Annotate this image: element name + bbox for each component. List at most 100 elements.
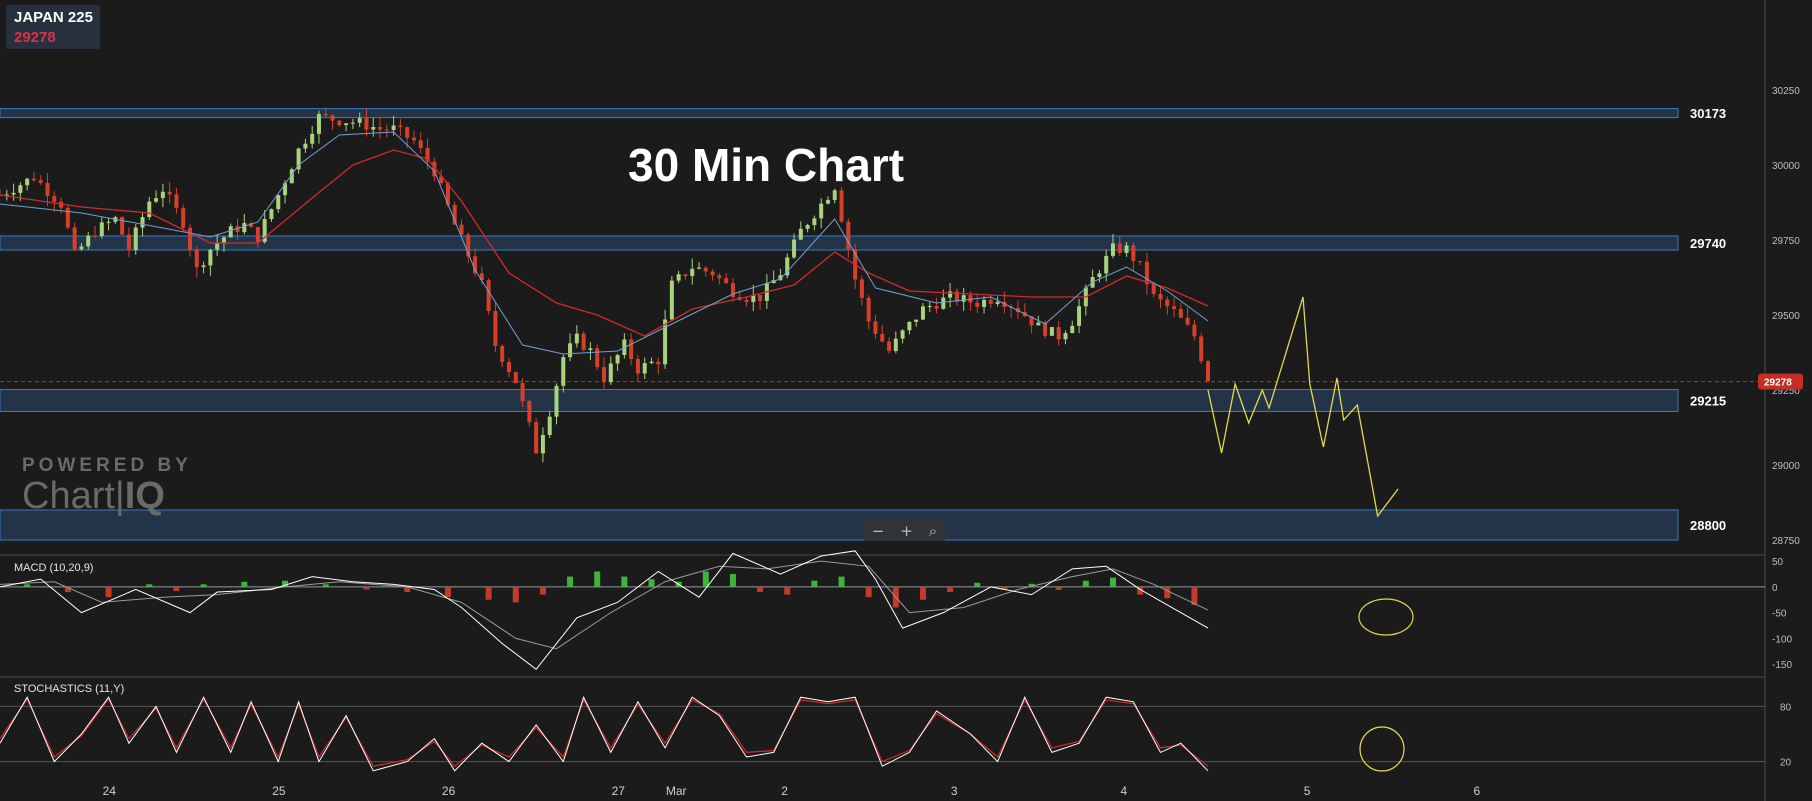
stochastics-y-tick: 80 [1780, 702, 1792, 713]
support-resistance-zone [0, 389, 1679, 412]
macd-histogram-bar [784, 586, 791, 595]
candle-body [907, 321, 912, 331]
candle-body [941, 297, 946, 309]
level-label: 29740 [1690, 236, 1726, 251]
candle-body [893, 338, 898, 352]
macd-histogram-bar [729, 574, 736, 587]
candle-body [554, 385, 559, 417]
candle-body [649, 361, 654, 364]
y-tick-label: 29500 [1772, 311, 1800, 322]
powered-by-watermark: POWERED BY Chart|IQ [22, 455, 192, 518]
candle-body [255, 227, 260, 243]
symbol-badge[interactable]: JAPAN 225 29278 [6, 5, 100, 49]
candle-body [364, 118, 369, 130]
candle-body [669, 280, 674, 320]
candle-body [513, 371, 518, 384]
candle-body [527, 401, 532, 423]
candle-body [357, 118, 362, 123]
candle-body [975, 302, 980, 307]
y-tick-label: 30000 [1772, 161, 1800, 172]
candle-body [1049, 327, 1054, 336]
stochastics-d-line [0, 697, 1209, 768]
macd-histogram-bar [200, 584, 207, 587]
candle-body [79, 246, 84, 250]
candle-body [635, 358, 640, 374]
candle-body [934, 306, 939, 309]
macd-line [0, 550, 1209, 670]
candle-body [493, 311, 498, 346]
x-tick-label: Mar [666, 784, 687, 798]
support-resistance-zone [0, 509, 1679, 541]
y-tick-label: 30250 [1772, 86, 1800, 97]
candle-body [1036, 322, 1041, 326]
x-tick-label: 24 [103, 784, 117, 798]
zoom-reset-icon[interactable]: ⌕ [929, 522, 937, 540]
candle-body [181, 208, 186, 228]
macd-highlight-circle [1358, 598, 1414, 636]
watermark-line1: POWERED BY [22, 455, 192, 476]
zoom-in-button[interactable]: + [900, 522, 913, 540]
candle-body [629, 339, 634, 359]
candle-body [72, 227, 77, 250]
zoom-out-button[interactable]: − [872, 522, 885, 540]
support-resistance-zone [0, 108, 1679, 119]
candle-body [99, 222, 104, 237]
macd-histogram-bar [974, 582, 981, 587]
symbol-price: 29278 [14, 29, 56, 46]
candle-body [1077, 306, 1082, 326]
candle-body [486, 280, 491, 312]
candle-body [350, 122, 355, 124]
macd-histogram [24, 571, 1198, 608]
macd-histogram-bar [1164, 586, 1171, 599]
candle-body [1117, 243, 1122, 253]
candle-body [703, 267, 708, 272]
macd-histogram-bar [485, 586, 492, 600]
x-tick-label: 4 [1121, 784, 1128, 798]
macd-histogram-bar [594, 571, 601, 587]
candle-body [697, 267, 702, 269]
candle-body [1172, 306, 1177, 309]
macd-y-tick: -50 [1772, 609, 1787, 620]
macd-histogram-bar [838, 576, 845, 587]
candle-body [371, 127, 376, 130]
candle-body [215, 243, 220, 250]
macd-histogram-bar [757, 586, 764, 593]
candle-body [384, 129, 389, 131]
candle-body [418, 140, 423, 148]
macd-panel-label: MACD (10,20,9) [14, 562, 94, 574]
level-label: 30173 [1690, 106, 1726, 121]
x-tick-label: 5 [1304, 784, 1311, 798]
candle-body [1056, 327, 1061, 340]
candle-body [106, 221, 111, 223]
candle-body [1104, 255, 1109, 274]
x-tick-label: 26 [442, 784, 456, 798]
y-tick-label: 29000 [1772, 461, 1800, 472]
candle-body [690, 268, 695, 277]
macd-histogram-bar [1055, 586, 1062, 590]
candle-body [887, 341, 892, 352]
candle-body [228, 226, 233, 238]
candle-body [608, 363, 613, 383]
candle-body [792, 239, 797, 258]
candle-body [961, 295, 966, 302]
candle-body [378, 127, 383, 130]
candle-body [31, 178, 36, 181]
candle-body [1124, 245, 1129, 253]
candle-body [873, 321, 878, 334]
candle-body [642, 363, 647, 374]
candle-body [188, 227, 193, 250]
candle-body [500, 345, 505, 362]
candle-body [133, 227, 138, 251]
level-label: 28800 [1690, 518, 1726, 533]
candle-body [1199, 336, 1204, 362]
candle-body [866, 297, 871, 322]
candle-body [1138, 261, 1143, 263]
candle-body [540, 434, 545, 454]
candle-body [744, 299, 749, 302]
macd-histogram-bar [567, 576, 574, 587]
candle-body [1110, 243, 1115, 256]
candle-body [825, 199, 830, 204]
y-tick-label: 29750 [1772, 236, 1800, 247]
stochastics-highlight-circle [1359, 726, 1405, 772]
chart-canvas[interactable]: 3025030000297502950029250290002875030173… [0, 0, 1812, 801]
